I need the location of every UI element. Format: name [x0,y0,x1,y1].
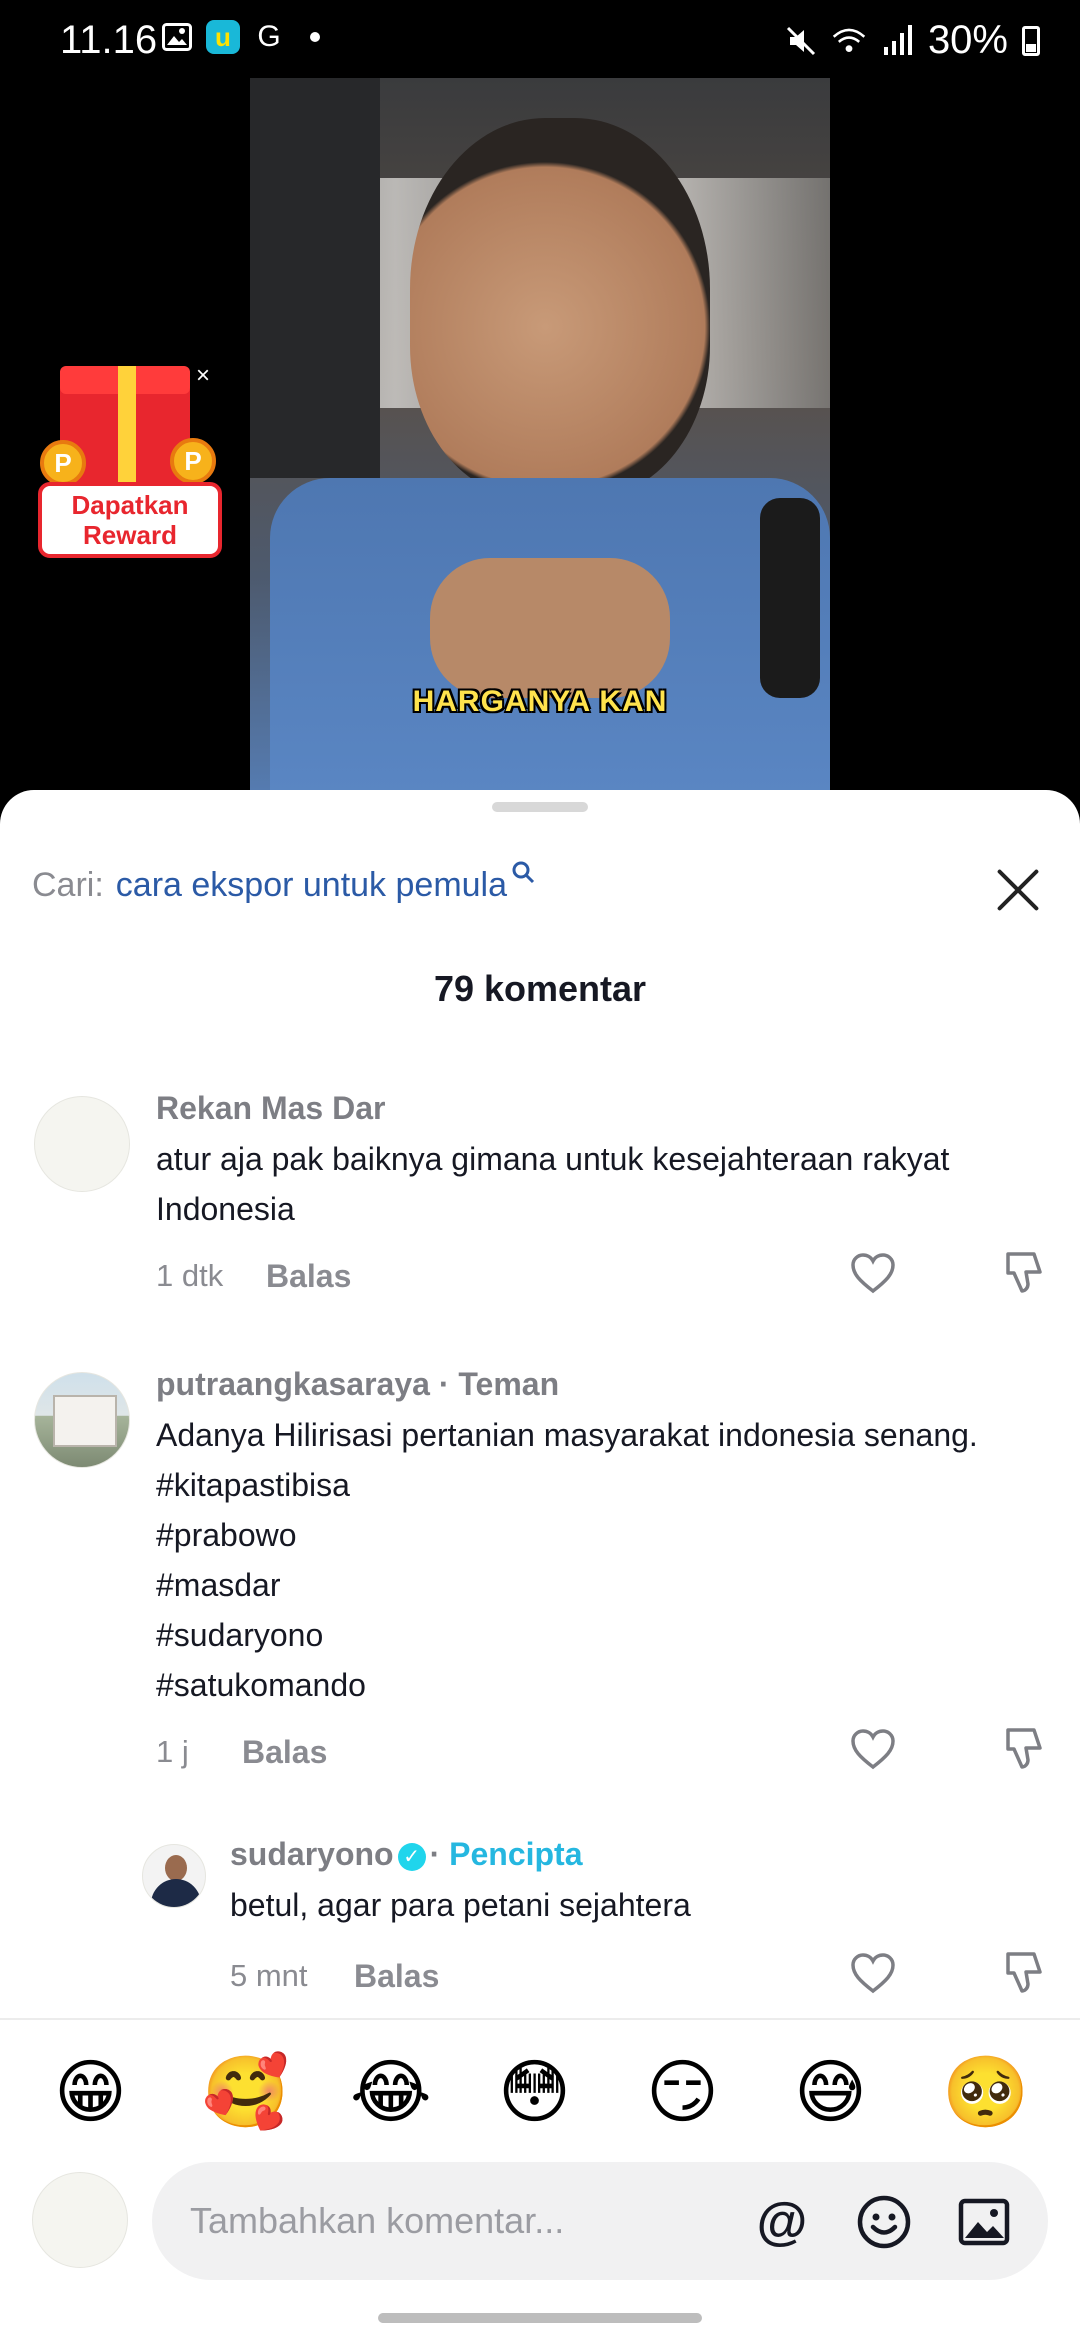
google-icon: G [257,20,281,53]
hashtag-link[interactable]: #satukomando [156,1660,1036,1710]
avatar[interactable] [142,1844,206,1908]
comment-username-row: sudaryono ✓ · Pencipta [230,1836,583,1873]
comments-sheet: Cari: cara ekspor untuk pemula 79 koment… [0,790,1080,2340]
hashtag-link[interactable]: #prabowo [156,1510,1036,1560]
battery-icon [1022,25,1040,56]
comment-text: Adanya Hilirisasi pertanian masyarakat i… [156,1410,1036,1710]
emoji-flushed-button[interactable]: 😳 [498,2052,571,2132]
reply-button[interactable]: Balas [266,1258,351,1295]
gift-ribbon [118,366,136,490]
avatar[interactable] [34,1096,130,1192]
status-bar: 11.16 u G 30% [0,0,1080,80]
search-icon [511,860,535,891]
image-icon[interactable] [956,2194,1012,2250]
comment-username[interactable]: Rekan Mas Dar [156,1090,385,1127]
emoji-laugh-button[interactable]: 😂 [350,2052,432,2132]
status-system-icons: 30% [784,18,1040,63]
reply-button[interactable]: Balas [354,1958,439,1995]
reward-close-icon[interactable]: × [196,362,210,390]
comment-username-row: putraangkasaraya · Teman [156,1366,559,1403]
dislike-icon[interactable] [1000,1726,1046,1772]
search-query-link[interactable]: cara ekspor untuk pemula [116,866,507,905]
more-notifications-dot [310,32,320,42]
heart-icon[interactable] [850,1728,896,1770]
reward-label-line1: Dapatkan [71,490,189,520]
comment-text-line: Adanya Hilirisasi pertanian masyarakat i… [156,1417,978,1453]
avatar [32,2172,128,2268]
coin-icon: P [40,440,86,486]
drag-handle[interactable] [492,802,588,812]
heart-icon[interactable] [850,1952,896,1994]
hashtag-link[interactable]: #kitapastibisa [156,1460,1036,1510]
battery-percent: 30% [927,18,1008,62]
home-indicator[interactable] [378,2313,702,2323]
comment-input[interactable] [152,2162,1048,2280]
video-caption: HARGANYA KAN [412,685,668,718]
video-microphone [760,498,820,698]
status-notification-icons: u G [160,20,320,54]
video-person [410,118,710,498]
dislike-icon[interactable] [1000,1950,1046,1996]
wifi-icon [832,24,866,58]
reward-label-line2: Reward [83,520,177,550]
comment-composer: @ [0,2162,1080,2282]
comment-count: 79 komentar [433,968,647,1009]
gallery-icon [160,20,194,54]
signal-icon [880,24,914,58]
related-search[interactable]: Cari: cara ekspor untuk pemula [32,861,535,905]
coin-icon: P [170,438,216,484]
status-time: 11.16 [60,18,158,62]
app-notification-icon: u [206,20,240,54]
hashtag-link[interactable]: #masdar [156,1560,1036,1610]
dislike-icon[interactable] [1000,1250,1046,1296]
video-player[interactable]: HARGANYA KAN [250,78,830,790]
reward-widget[interactable]: P P Dapatkan Reward [20,360,230,560]
emoji-smirk-button[interactable]: 😏 [646,2052,719,2132]
emoji-grin-button[interactable]: 😁 [54,2052,127,2132]
separator-dot: · [429,1836,450,1872]
mention-icon[interactable]: @ [754,2194,810,2250]
comment-time: 1 j [156,1734,189,1769]
search-prefix: Cari: [32,866,104,904]
video-background-dark [250,78,380,478]
verified-icon: ✓ [397,1842,426,1871]
mute-icon [784,24,818,58]
emoji-icon[interactable] [856,2194,912,2250]
emoji-pleading-button[interactable]: 🥺 [942,2052,1029,2132]
comment-time: 1 dtk [156,1258,224,1293]
close-icon[interactable] [994,866,1042,914]
comment-text: atur aja pak baiknya gimana untuk keseja… [156,1141,950,1227]
comment-username[interactable]: sudaryono [230,1836,394,1872]
video-person-hands [430,558,670,698]
heart-icon[interactable] [850,1252,896,1294]
emoji-hearts-button[interactable]: 🥰 [202,2052,289,2132]
creator-tag: Pencipta [449,1836,583,1872]
avatar[interactable] [34,1372,130,1468]
comment-username[interactable]: putraangkasaraya [156,1366,430,1402]
divider [0,2018,1080,2020]
reply-button[interactable]: Balas [242,1734,327,1771]
friend-tag: · Teman [429,1366,560,1402]
emoji-sweat-smile-button[interactable]: 😅 [794,2052,867,2132]
hashtag-link[interactable]: #sudaryono [156,1610,1036,1660]
comment-text: betul, agar para petani sejahtera [230,1887,691,1923]
comment-time: 5 mnt [230,1958,308,1993]
reward-label: Dapatkan Reward [38,482,222,558]
